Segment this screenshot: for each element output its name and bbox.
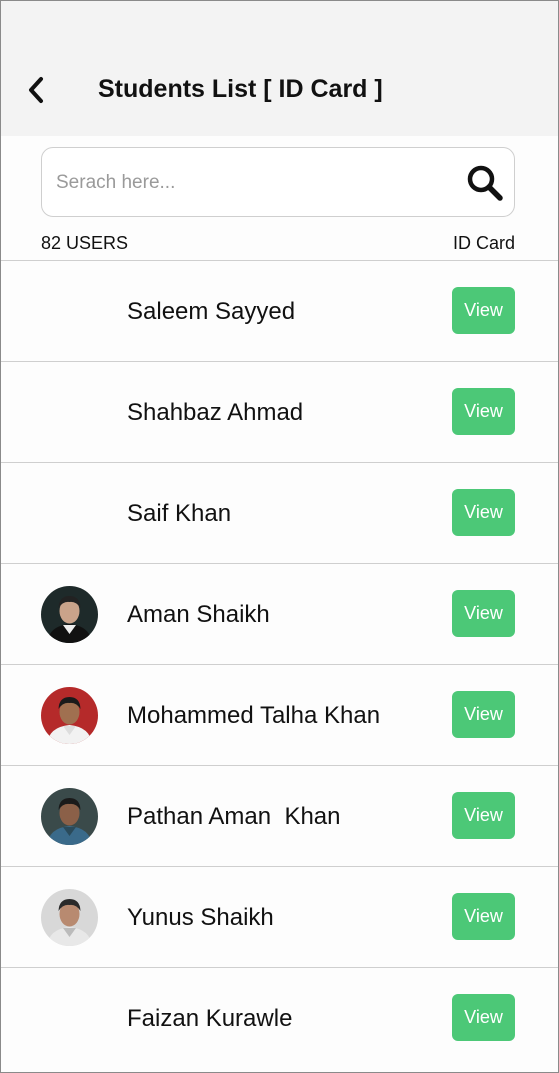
student-list: Saleem Sayyed View Shahbaz Ahmad View Saif K… — [0, 260, 559, 1068]
avatar-photo-icon — [41, 586, 98, 643]
user-count: 82 USERS — [41, 233, 129, 253]
student-row[interactable]: Saif Khan View — [0, 462, 559, 563]
view-id-card-button[interactable]: View — [452, 893, 515, 940]
student-avatar — [41, 788, 98, 845]
student-row[interactable]: Aman Shaikh View — [0, 563, 559, 664]
page-title: Students List [ ID Card ] — [98, 75, 383, 103]
student-row[interactable]: Faizan Kurawle View — [0, 967, 559, 1068]
student-name: Shahbaz Ahmad — [127, 399, 304, 426]
chevron-left-icon — [29, 77, 43, 103]
student-name: Aman Shaikh — [127, 601, 270, 628]
student-row[interactable]: Saleem Sayyed View — [0, 260, 559, 361]
student-row[interactable]: Pathan Aman Khan View — [0, 765, 559, 866]
avatar-photo-icon — [41, 788, 98, 845]
view-id-card-button[interactable]: View — [452, 489, 515, 536]
avatar-photo-icon — [41, 889, 98, 946]
student-name: Yunus Shaikh — [127, 904, 274, 931]
view-id-card-button[interactable]: View — [452, 691, 515, 738]
search-input[interactable] — [54, 148, 458, 218]
search-box — [41, 147, 515, 218]
view-id-card-button[interactable]: View — [452, 590, 515, 637]
app-header: Students List [ ID Card ] — [0, 0, 559, 136]
student-row[interactable]: Mohammed Talha Khan View — [0, 664, 559, 765]
view-id-card-button[interactable]: View — [452, 388, 515, 435]
student-avatar — [41, 687, 98, 744]
student-row[interactable]: Shahbaz Ahmad View — [0, 361, 559, 462]
back-button[interactable] — [20, 72, 52, 108]
student-row[interactable]: Yunus Shaikh View — [0, 866, 559, 967]
student-avatar — [41, 889, 98, 946]
view-id-card-button[interactable]: View — [452, 792, 515, 839]
student-avatar — [41, 586, 98, 643]
student-name: Saif Khan — [127, 500, 232, 527]
avatar-photo-icon — [41, 687, 98, 744]
student-name: Pathan Aman Khan — [127, 803, 341, 830]
student-name: Faizan Kurawle — [127, 1005, 293, 1032]
id-card-column-label: ID Card — [452, 233, 515, 253]
search-icon[interactable] — [466, 164, 504, 202]
student-name: Saleem Sayyed — [127, 298, 296, 325]
view-id-card-button[interactable]: View — [452, 994, 515, 1041]
view-id-card-button[interactable]: View — [452, 287, 515, 334]
student-name: Mohammed Talha Khan — [127, 702, 381, 729]
